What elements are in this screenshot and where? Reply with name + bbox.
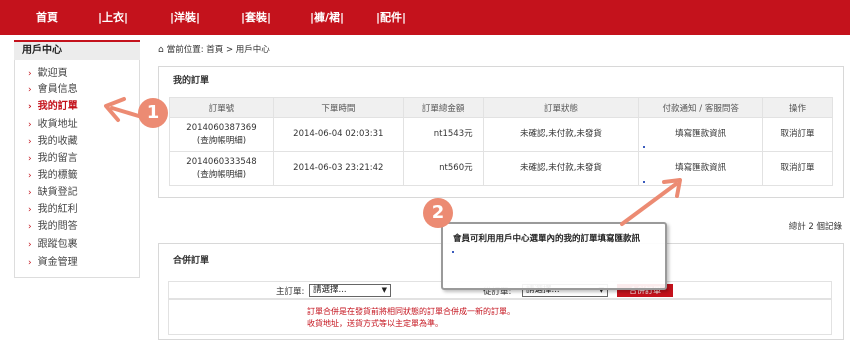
chevron-right-icon: › bbox=[28, 222, 32, 232]
merge-note-line2: 收貨地址，送貨方式等以主定單為準。 bbox=[307, 319, 443, 328]
step-badge-1: 1 bbox=[138, 98, 168, 128]
sidebar-item-label: 我的訂單 bbox=[37, 101, 78, 112]
marker-dot bbox=[643, 146, 645, 148]
chevron-right-icon: › bbox=[28, 102, 32, 112]
top-nav: 首頁 |上衣| |洋裝| |套裝| |褲/裙| |配件| bbox=[0, 0, 850, 35]
sidebar-title: 用戶中心 bbox=[14, 40, 140, 60]
chevron-right-icon: › bbox=[28, 205, 32, 215]
breadcrumb: ⌂ 當前位置: 首頁 > 用戶中心 bbox=[158, 44, 270, 56]
callout-text: 會員可利用用戶中心選單內的我的訂單填寫匯款訊 bbox=[453, 234, 641, 244]
sidebar-item-label: 我的紅利 bbox=[37, 204, 78, 215]
sidebar-item-tracking[interactable]: › 跟蹤包裹 bbox=[28, 238, 78, 252]
table-row: 2014060387369 (查詢帳明細) 2014-06-04 02:03:3… bbox=[169, 117, 833, 152]
order-no-cell: 2014060333548 (查詢帳明細) bbox=[169, 151, 274, 186]
order-no-cell: 2014060387369 (查詢帳明細) bbox=[169, 117, 274, 152]
chevron-right-icon: › bbox=[28, 69, 32, 79]
orders-panel: 我的訂單 訂單號 下單時間 訂單總金額 訂單狀態 付款通知 / 客服問答 操作 … bbox=[158, 66, 844, 198]
col-order-no: 訂單號 bbox=[169, 97, 274, 118]
marker-dot bbox=[452, 251, 454, 253]
sidebar-item-tags[interactable]: › 我的標籤 bbox=[28, 169, 78, 183]
col-actions: 操作 bbox=[762, 97, 833, 118]
total-count: 總計 2 個記錄 bbox=[788, 222, 842, 232]
nav-item-pants-skirts[interactable]: |褲/裙| bbox=[310, 0, 344, 35]
chevron-right-icon: › bbox=[28, 188, 32, 198]
step-badge-2: 2 bbox=[423, 198, 453, 228]
order-detail-link[interactable]: (查詢帳明細) bbox=[170, 135, 273, 148]
main-order-label: 主訂單: bbox=[276, 287, 305, 297]
chevron-right-icon: › bbox=[28, 154, 32, 164]
main-order-select-value: 請選擇... bbox=[313, 285, 347, 295]
col-order-amount: 訂單總金額 bbox=[402, 97, 484, 118]
sidebar-item-welcome[interactable]: › 歡迎頁 bbox=[28, 67, 68, 81]
nav-item-dresses[interactable]: |洋裝| bbox=[170, 0, 200, 35]
chevron-right-icon: › bbox=[28, 240, 32, 250]
home-icon: ⌂ bbox=[158, 45, 164, 55]
caret-down-icon: ▼ bbox=[381, 286, 387, 294]
main-order-select[interactable]: 請選擇... ▼ bbox=[309, 284, 391, 297]
nav-item-home[interactable]: 首頁 bbox=[36, 0, 58, 35]
chevron-right-icon: › bbox=[28, 85, 32, 95]
order-amount: nt1543元 bbox=[402, 117, 484, 152]
sidebar-item-label: 跟蹤包裹 bbox=[37, 239, 78, 250]
orders-title: 我的訂單 bbox=[173, 76, 210, 86]
merge-note-line1: 訂單合併是在發貨前將相同狀態的訂單合併成一新的訂單。 bbox=[307, 307, 515, 316]
sidebar-item-label: 缺貨登記 bbox=[37, 187, 78, 198]
payment-info-link[interactable]: 填寫匯款資訊 bbox=[638, 117, 764, 152]
order-status: 未確認,未付款,未發貨 bbox=[482, 151, 640, 186]
sidebar-item-address[interactable]: › 收貨地址 bbox=[28, 118, 78, 132]
sidebar-item-messages[interactable]: › 我的留言 bbox=[28, 152, 78, 166]
sidebar-item-qa[interactable]: › 我的問答 bbox=[28, 220, 78, 234]
chevron-right-icon: › bbox=[28, 137, 32, 147]
sidebar-item-label: 我的收藏 bbox=[37, 136, 78, 147]
sidebar-item-label: 收貨地址 bbox=[37, 119, 78, 130]
col-order-time: 下單時間 bbox=[272, 97, 404, 118]
sidebar-item-label: 資金管理 bbox=[37, 257, 78, 268]
callout-box: 會員可利用用戶中心選單內的我的訂單填寫匯款訊 bbox=[441, 222, 667, 290]
col-order-status: 訂單狀態 bbox=[482, 97, 640, 118]
sidebar-item-label: 我的問答 bbox=[37, 221, 78, 232]
nav-item-sets[interactable]: |套裝| bbox=[241, 0, 271, 35]
sidebar-item-label: 歡迎頁 bbox=[37, 68, 68, 79]
order-no: 2014060333548 bbox=[186, 156, 257, 167]
chevron-right-icon: › bbox=[28, 171, 32, 181]
sidebar-item-backorder[interactable]: › 缺貨登記 bbox=[28, 186, 78, 200]
order-no: 2014060387369 bbox=[186, 122, 257, 133]
sidebar-item-my-orders[interactable]: › 我的訂單 bbox=[28, 100, 78, 114]
sidebar-item-member-info[interactable]: › 會員信息 bbox=[28, 83, 78, 97]
payment-info-link[interactable]: 填寫匯款資訊 bbox=[638, 151, 764, 186]
nav-item-accessories[interactable]: |配件| bbox=[376, 0, 406, 35]
order-time: 2014-06-03 23:21:42 bbox=[272, 151, 404, 186]
sidebar-item-label: 我的標籤 bbox=[37, 170, 78, 181]
breadcrumb-text: 當前位置: 首頁 > 用戶中心 bbox=[166, 45, 270, 55]
order-time: 2014-06-04 02:03:31 bbox=[272, 117, 404, 152]
col-payment-notice: 付款通知 / 客服問答 bbox=[638, 97, 764, 118]
sidebar-item-label: 我的留言 bbox=[37, 153, 78, 164]
chevron-right-icon: › bbox=[28, 258, 32, 268]
table-header-row: 訂單號 下單時間 訂單總金額 訂單狀態 付款通知 / 客服問答 操作 bbox=[169, 97, 833, 118]
order-detail-link[interactable]: (查詢帳明細) bbox=[170, 169, 273, 182]
order-amount: nt560元 bbox=[402, 151, 484, 186]
cancel-order-link[interactable]: 取消訂單 bbox=[762, 117, 833, 152]
sidebar-item-favorites[interactable]: › 我的收藏 bbox=[28, 135, 78, 149]
orders-table: 訂單號 下單時間 訂單總金額 訂單狀態 付款通知 / 客服問答 操作 20140… bbox=[169, 97, 833, 186]
nav-item-tops[interactable]: |上衣| bbox=[98, 0, 128, 35]
sidebar-item-bonus[interactable]: › 我的紅利 bbox=[28, 203, 78, 217]
merge-note-box: 訂單合併是在發貨前將相同狀態的訂單合併成一新的訂單。 收貨地址，送貨方式等以主定… bbox=[168, 299, 832, 335]
table-row: 2014060333548 (查詢帳明細) 2014-06-03 23:21:4… bbox=[169, 151, 833, 186]
chevron-right-icon: › bbox=[28, 120, 32, 130]
sidebar-item-label: 會員信息 bbox=[37, 84, 78, 95]
order-status: 未確認,未付款,未發貨 bbox=[482, 117, 640, 152]
sidebar-item-funds[interactable]: › 資金管理 bbox=[28, 256, 78, 270]
cancel-order-link[interactable]: 取消訂單 bbox=[762, 151, 833, 186]
marker-dot bbox=[643, 181, 645, 183]
